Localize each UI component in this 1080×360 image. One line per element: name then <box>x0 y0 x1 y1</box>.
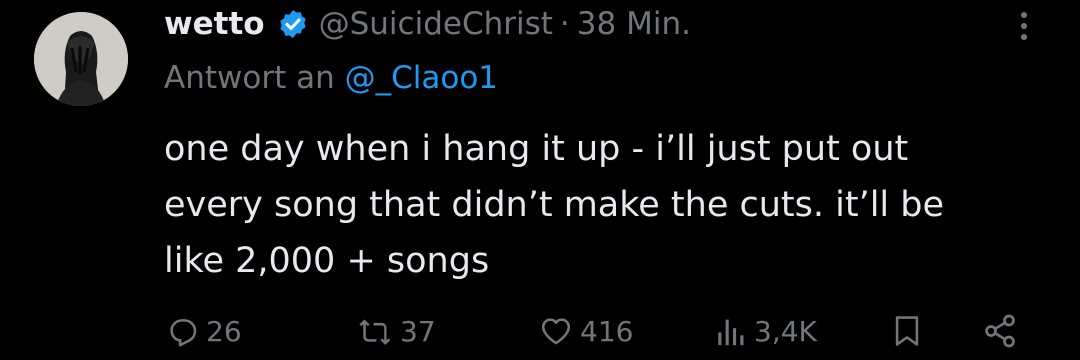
handle[interactable]: @SuicideChrist <box>319 6 553 42</box>
like-count: 416 <box>580 314 634 348</box>
tweet-text-line: one day when i hang it up - i’ll just pu… <box>164 129 909 169</box>
tweet-text-line: every song that didn’t make the cuts. it… <box>164 185 945 225</box>
bookmark-icon <box>895 316 919 346</box>
share-button[interactable] <box>982 306 1018 356</box>
timestamp[interactable]: 38 Min. <box>577 6 691 42</box>
repost-icon <box>359 319 391 346</box>
reply-count: 26 <box>206 314 242 348</box>
reply-prefix: Antwort an <box>164 60 335 96</box>
bookmark-button[interactable] <box>890 306 924 356</box>
tweet-header: wetto @SuicideChrist · 38 Min. <box>164 2 691 46</box>
like-icon <box>541 318 571 345</box>
repost-button[interactable]: 37 <box>356 306 436 356</box>
avatar[interactable] <box>34 12 128 106</box>
avatar-image <box>34 12 128 106</box>
reply-mention-link[interactable]: @_Claoo1 <box>345 60 498 96</box>
action-bar: 26 37 416 3,4K <box>0 306 1080 356</box>
separator-dot: · <box>559 6 570 42</box>
reply-icon <box>170 319 197 347</box>
display-name[interactable]: wetto <box>164 6 265 42</box>
share-icon <box>985 314 1015 348</box>
verified-badge-icon <box>277 8 309 40</box>
tweet-text: one day when i hang it up - i’ll just pu… <box>164 121 1044 289</box>
views-button[interactable]: 3,4K <box>714 306 817 356</box>
reply-button[interactable]: 26 <box>166 306 242 356</box>
like-button[interactable]: 416 <box>538 306 633 356</box>
repost-count: 37 <box>400 314 436 348</box>
more-icon[interactable] <box>1012 8 1036 44</box>
reply-context: Antwort an @_Claoo1 <box>164 60 498 96</box>
views-icon <box>718 319 744 346</box>
tweet-text-line: like 2,000 + songs <box>164 241 490 281</box>
views-count: 3,4K <box>754 314 817 348</box>
